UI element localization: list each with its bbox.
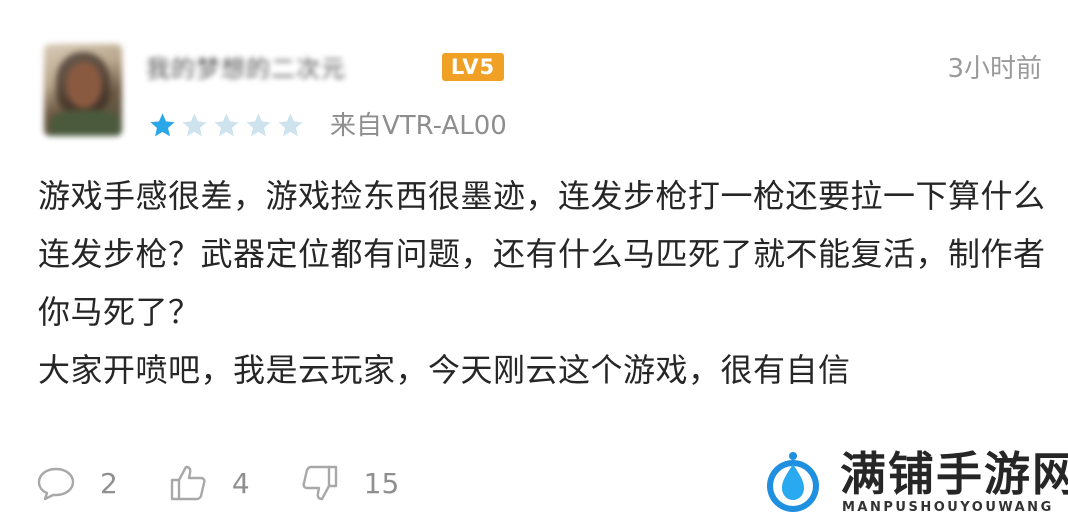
dislike-count: 15 <box>363 466 400 500</box>
comment-body: 游戏手感很差，游戏捡东西很墨迹，连发步枪打一枪还要拉一下算什么连发步枪？武器定位… <box>38 167 1048 399</box>
star-empty-icon <box>278 113 303 137</box>
user-avatar[interactable] <box>44 44 122 136</box>
site-watermark: 满铺手游网 MANPUSHOUYOUWANG <box>760 446 1068 520</box>
level-badge: LV5 <box>442 53 504 81</box>
watermark-subtitle: MANPUSHOUYOUWANG <box>842 500 1054 515</box>
comment-paragraph: 游戏手感很差，游戏捡东西很墨迹，连发步枪打一枪还要拉一下算什么连发步枪？武器定位… <box>38 177 1046 331</box>
comment-actions: 2 4 15 <box>36 458 449 508</box>
rating-stars <box>148 111 305 141</box>
star-empty-icon <box>214 113 239 137</box>
thumbs-up-icon <box>170 465 206 501</box>
comment-time: 3小时前 <box>947 54 1042 84</box>
speech-bubble-icon <box>37 467 75 501</box>
star-filled-icon <box>150 113 175 137</box>
username[interactable]: 我的梦想的二次元 <box>146 52 346 86</box>
watermark-title: 满铺手游网 <box>840 447 1068 501</box>
water-drop-logo-icon <box>767 452 819 512</box>
reply-button[interactable]: 2 <box>36 463 118 503</box>
thumbs-down-icon <box>302 465 337 501</box>
reply-count: 2 <box>100 466 118 500</box>
star-empty-icon <box>182 113 207 137</box>
like-button[interactable]: 4 <box>168 463 250 503</box>
comment-paragraph: 大家开喷吧，我是云玩家，今天刚云这个游戏，很有自信 <box>38 351 851 389</box>
star-empty-icon <box>246 113 271 137</box>
like-count: 4 <box>231 466 250 500</box>
dislike-button[interactable]: 15 <box>300 463 400 503</box>
device-label: 来自VTR-AL00 <box>330 111 507 141</box>
level-badge-label: LV5 <box>450 55 496 79</box>
